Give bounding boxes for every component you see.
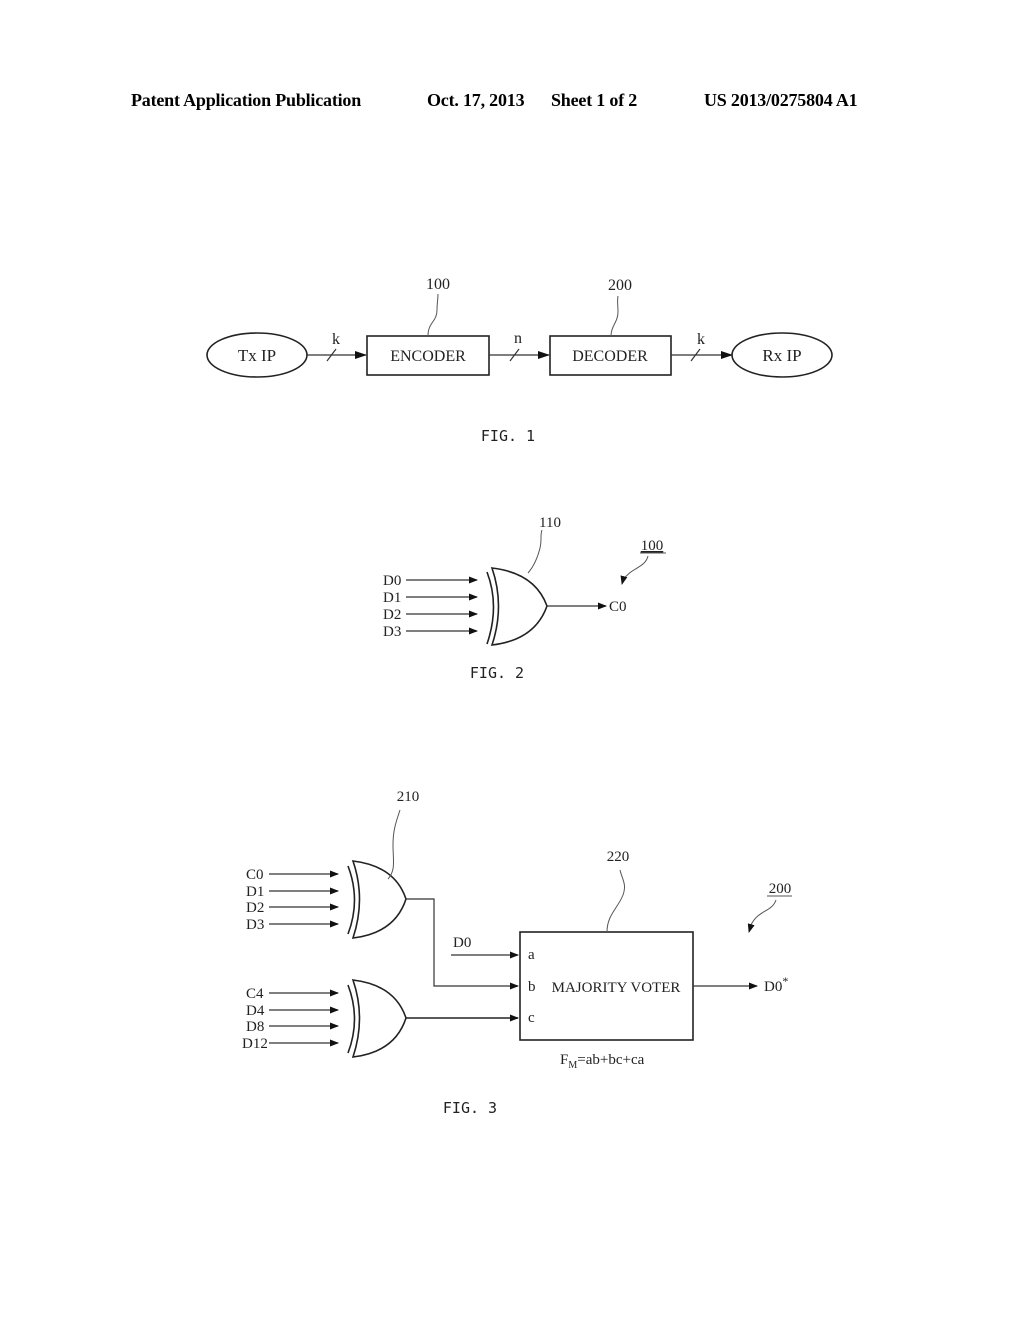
output-label: D0* xyxy=(764,974,788,995)
fig3: C0 D1 D2 D3 210 C4 D4 D8 D12 D0 a b c MA… xyxy=(242,789,792,1117)
d0-direct-label: D0 xyxy=(453,935,471,951)
fig2-input-label: D0 xyxy=(383,573,401,589)
xor-gate-2-body xyxy=(351,979,407,1058)
fig3-caption: FIG. 3 xyxy=(443,1099,497,1117)
ref-110-label: 110 xyxy=(539,515,561,531)
ref-200-block-label: 200 xyxy=(769,881,792,897)
ref-100-arrow xyxy=(620,555,649,585)
bus-n-label: n xyxy=(514,330,522,347)
xor-gate-110-body xyxy=(490,567,548,646)
encoder-label: ENCODER xyxy=(390,348,466,365)
fig3-gate1-input-label: D2 xyxy=(246,900,264,916)
fig3-gate2-input-label: C4 xyxy=(246,986,264,1002)
port-c-label: c xyxy=(528,1010,535,1026)
bus-k-in-label: k xyxy=(332,331,340,348)
ref-100-leader xyxy=(427,293,439,337)
xor-gate-110-back xyxy=(486,571,495,645)
port-b-label: b xyxy=(528,979,536,995)
decoder-label: DECODER xyxy=(572,348,648,365)
ref-200-leader xyxy=(610,295,619,337)
formula-label: FM=ab+bc+ca xyxy=(560,1052,645,1071)
fig3-gate1-input-label: D1 xyxy=(246,884,264,900)
rx-ip-label: Rx IP xyxy=(762,346,801,365)
fig3-gate2-input-label: D12 xyxy=(242,1036,268,1052)
majority-voter-label: MAJORITY VOTER xyxy=(552,980,681,996)
ref-210-label: 210 xyxy=(397,789,420,805)
ref-110-leader xyxy=(527,529,543,574)
ref-100-label: 100 xyxy=(426,276,450,293)
ref-210-leader xyxy=(387,809,401,880)
patent-drawings: Tx IP k ENCODER 100 n DECODER 200 k Rx I… xyxy=(206,276,833,1117)
tx-ip-label: Tx IP xyxy=(238,346,276,365)
xor-gate-210-body xyxy=(351,860,407,939)
fig3-gate2-input-label: D8 xyxy=(246,1019,264,1035)
ref-200-arrow xyxy=(747,899,777,933)
xor-gate-210-back xyxy=(347,865,356,935)
fig3-gate2-input-label: D4 xyxy=(246,1003,265,1019)
fig2: D0 D1 D2 D3 C0 110 100 FIG. 2 xyxy=(383,515,666,682)
fig3-gate1-input-label: C0 xyxy=(246,867,264,883)
ref-220-label: 220 xyxy=(607,849,630,865)
fig1: Tx IP k ENCODER 100 n DECODER 200 k Rx I… xyxy=(206,276,833,445)
port-a-label: a xyxy=(528,947,535,963)
fig2-input-label: D2 xyxy=(383,607,401,623)
ref-100-block-label: 100 xyxy=(641,538,664,554)
fig2-output-label: C0 xyxy=(609,599,627,615)
fig1-caption: FIG. 1 xyxy=(481,427,535,445)
bus-k-out-label: k xyxy=(697,331,705,348)
ref-200-label: 200 xyxy=(608,277,632,294)
xor-gate-2-back xyxy=(347,984,356,1054)
fig2-caption: FIG. 2 xyxy=(470,664,524,682)
ref-220-leader xyxy=(606,869,625,933)
fig3-gate1-input-label: D3 xyxy=(246,917,264,933)
fig2-input-label: D3 xyxy=(383,624,401,640)
fig2-input-label: D1 xyxy=(383,590,401,606)
